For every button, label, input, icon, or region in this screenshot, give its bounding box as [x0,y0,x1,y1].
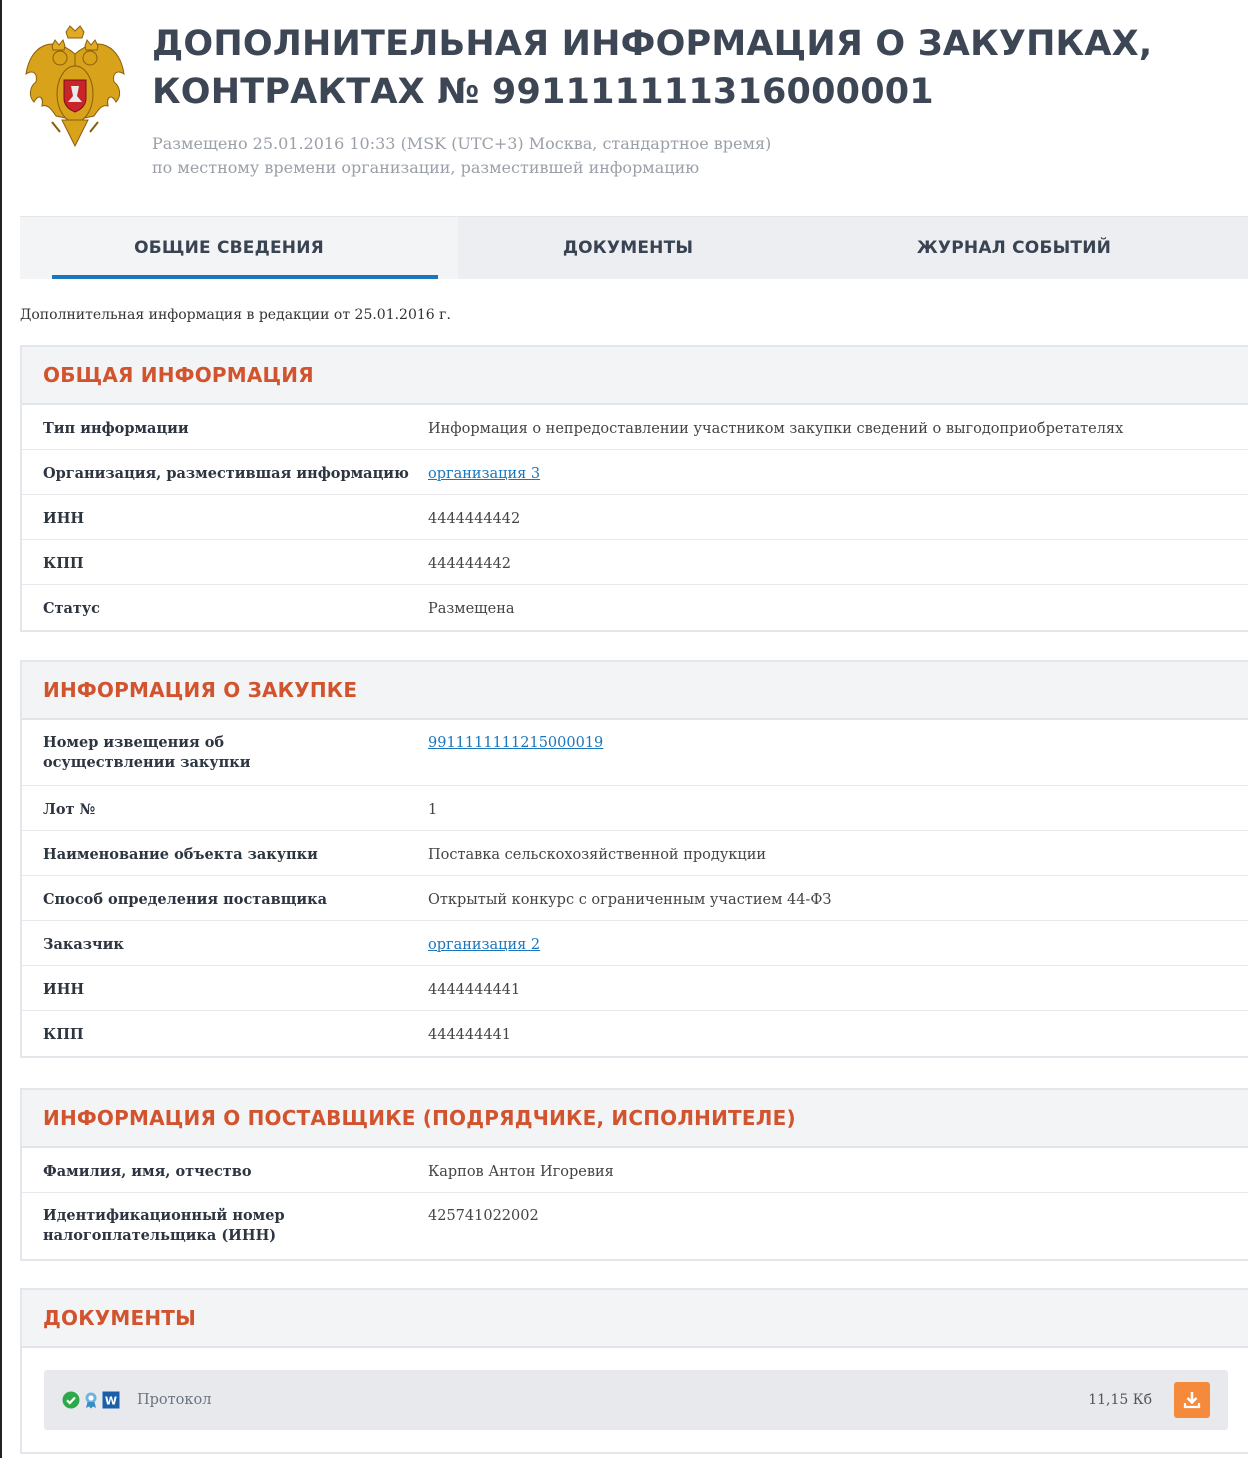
notice-number-link[interactable]: 9911111111215000019 [428,735,603,751]
document-size: 11,15 Кб [1088,1392,1152,1408]
row-value: 425741022002 [428,1208,539,1224]
section-documents: ДОКУМЕНТЫ W Протокол 11,15 Кб [20,1288,1248,1454]
row-value: 4444444442 [428,511,521,527]
page-title: ДОПОЛНИТЕЛЬНАЯ ИНФОРМАЦИЯ О ЗАКУПКАХ, КО… [152,24,1153,112]
row-value: организация 2 [428,921,1248,965]
table-row: КПП 444444441 [22,1011,1248,1056]
row-label: Статус [43,600,101,617]
row-label: ИНН [43,510,85,527]
edition-text: Дополнительная информация в редакции от … [20,307,451,323]
tab-general-info[interactable]: ОБЩИЕ СВЕДЕНИЯ [20,217,438,279]
table-row: Статус Размещена [22,585,1248,630]
coat-of-arms-logo [22,24,128,150]
row-value: Карпов Антон Игоревия [428,1164,614,1180]
svg-text:W: W [105,1395,117,1408]
table-row: ИНН 4444444442 [22,495,1248,540]
table-row: Наименование объекта закупки Поставка се… [22,831,1248,876]
row-label: КПП [43,555,84,572]
tab-bar: ОБЩИЕ СВЕДЕНИЯ ДОКУМЕНТЫ ЖУРНАЛ СОБЫТИЙ [20,216,1248,279]
row-value: 1 [428,802,438,818]
row-label: Лот № [43,801,96,818]
download-button[interactable] [1174,1382,1210,1418]
publication-timezone-note: по местному времени организации, размест… [152,158,700,177]
row-label: Идентификационный номер налогоплательщик… [43,1207,285,1244]
document-item[interactable]: W Протокол 11,15 Кб [44,1370,1228,1430]
table-row: Фамилия, имя, отчество Карпов Антон Игор… [22,1148,1248,1193]
section-general-info: ОБЩАЯ ИНФОРМАЦИЯ Тип информации Информац… [20,345,1248,632]
section-title: ДОКУМЕНТЫ [22,1290,1248,1348]
table-row: Номер извещения об осуществлении закупки… [22,720,1248,786]
document-name[interactable]: Протокол [137,1392,211,1408]
publication-info: Размещено 25.01.2016 10:33 (MSK (UTC+3) … [152,132,771,180]
row-value: Поставка сельскохозяйственной продукции [428,847,767,863]
document-icons: W [62,1391,120,1409]
tab-documents[interactable]: ДОКУМЕНТЫ [438,217,818,279]
table-row: Тип информации Информация о непредоставл… [22,405,1248,450]
section-title: ИНФОРМАЦИЯ О ЗАКУПКЕ [22,662,1248,720]
section-title: ОБЩАЯ ИНФОРМАЦИЯ [22,347,1248,405]
organization-link[interactable]: организация 3 [428,466,540,482]
row-label: Номер извещения об осуществлении закупки [43,734,251,771]
publication-date: Размещено 25.01.2016 10:33 (MSK (UTC+3) … [152,134,772,153]
row-label: Тип информации [43,420,189,437]
row-label: Фамилия, имя, отчество [43,1163,252,1180]
table-row: Заказчик организация 2 [22,921,1248,966]
row-label: Организация, разместившая информацию [43,465,409,482]
row-value: организация 3 [428,450,1248,494]
table-row: Идентификационный номер налогоплательщик… [22,1193,1248,1259]
row-value: 9911111111215000019 [428,720,1248,785]
row-label: КПП [43,1026,84,1043]
table-row: Лот № 1 [22,786,1248,831]
section-title: ИНФОРМАЦИЯ О ПОСТАВЩИКЕ (ПОДРЯДЧИКЕ, ИСП… [22,1090,1248,1148]
row-value: Открытый конкурс с ограниченным участием… [428,892,832,908]
row-value: Размещена [428,601,515,617]
table-row: КПП 444444442 [22,540,1248,585]
row-value: 4444444441 [428,982,521,998]
row-label: Способ определения поставщика [43,891,328,908]
section-purchase-info: ИНФОРМАЦИЯ О ЗАКУПКЕ Номер извещения об … [20,660,1248,1058]
row-label: Наименование объекта закупки [43,846,318,863]
row-label: ИНН [43,981,85,998]
certificate-icon [82,1391,100,1409]
download-icon [1183,1392,1201,1409]
table-row: Способ определения поставщика Открытый к… [22,876,1248,921]
row-value: 444444442 [428,556,512,572]
row-label: Заказчик [43,936,124,953]
row-value: 444444441 [428,1027,512,1043]
check-circle-icon [62,1391,80,1409]
table-row: Организация, разместившая информацию орг… [22,450,1248,495]
row-value: Информация о непредоставлении участником… [428,421,1124,437]
tab-event-log[interactable]: ЖУРНАЛ СОБЫТИЙ [818,217,1210,279]
page-header: ДОПОЛНИТЕЛЬНАЯ ИНФОРМАЦИЯ О ЗАКУПКАХ, КО… [20,20,1240,190]
section-supplier-info: ИНФОРМАЦИЯ О ПОСТАВЩИКЕ (ПОДРЯДЧИКЕ, ИСП… [20,1088,1248,1261]
word-file-icon: W [102,1391,120,1409]
table-row: ИНН 4444444441 [22,966,1248,1011]
customer-link[interactable]: организация 2 [428,937,540,953]
